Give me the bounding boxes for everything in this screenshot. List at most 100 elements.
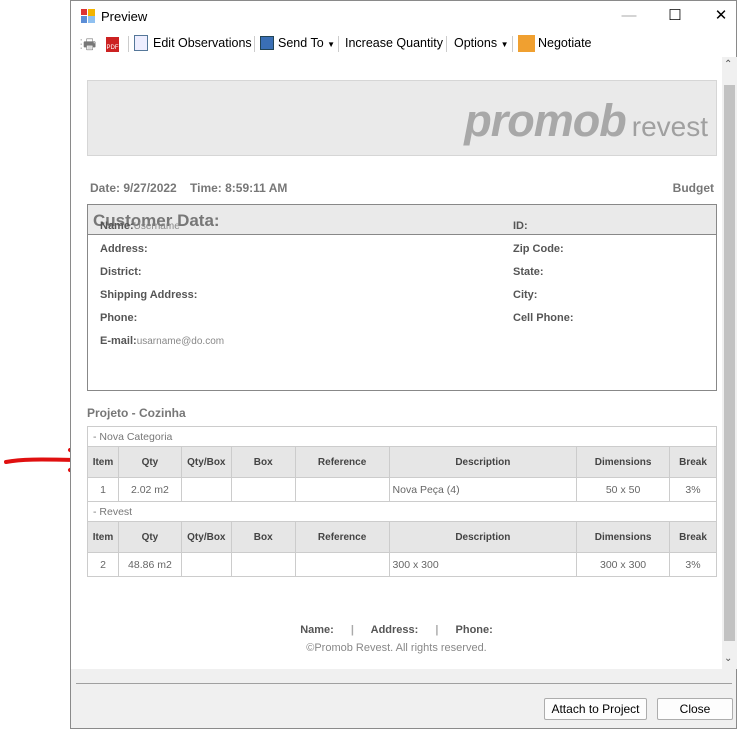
maximize-button[interactable]: ☐ <box>655 5 695 27</box>
footer-separator: | <box>350 624 354 636</box>
promob-revest-logo: promob revest <box>464 95 708 146</box>
category-row: - Revest <box>87 501 717 522</box>
copyright: ©Promob Revest. All rights reserved. <box>306 642 487 654</box>
send-to-icon <box>260 36 274 50</box>
table-cell: 48.86 m2 <box>117 552 182 577</box>
field-label: Name: <box>100 220 134 232</box>
column-header: Reference <box>294 521 390 553</box>
table-cell: 3% <box>669 477 717 502</box>
column-header: Break <box>669 521 717 553</box>
minimize-button[interactable]: — <box>609 5 649 27</box>
negotiate-button[interactable]: Negotiate <box>538 36 592 50</box>
table-row[interactable]: 2 48.86 m2 300 x 300 300 x 300 3% <box>87 552 717 577</box>
column-header: Box <box>230 521 296 553</box>
footer-separator: | <box>435 624 439 636</box>
category-label: - Nova Categoria <box>87 426 717 447</box>
table-header-row: Item Qty Qty/Box Box Reference Description Dim… <box>87 521 717 553</box>
table-cell: 2.02 m2 <box>117 477 182 502</box>
column-header: Dimensions <box>576 446 671 478</box>
report-date: Date: 9/27/2022 <box>90 181 177 195</box>
table-cell <box>180 552 232 577</box>
field-label: E-mail: <box>100 335 137 347</box>
customer-field: City: <box>513 289 537 301</box>
field-label: State: <box>513 266 544 278</box>
attach-to-project-button[interactable]: Attach to Project <box>544 698 647 720</box>
pdf-icon[interactable]: PDF <box>106 37 119 52</box>
table-cell: 300 x 300 <box>388 552 578 577</box>
options-dropdown[interactable]: Options ▼ <box>454 36 509 50</box>
divider <box>76 683 732 684</box>
table-cell <box>294 552 390 577</box>
app-icon <box>81 9 95 23</box>
field-label: City: <box>513 289 538 301</box>
report-time: Time: 8:59:11 AM <box>190 181 288 195</box>
print-icon[interactable]: 🖶 <box>83 34 96 58</box>
chevron-down-icon: ▼ <box>327 40 336 49</box>
customer-field: ID: <box>513 220 528 232</box>
column-header: Description <box>388 521 578 553</box>
table-cell: 2 <box>87 552 119 577</box>
customer-field: State: <box>513 266 544 278</box>
field-value: usarname@do.com <box>136 336 225 347</box>
column-header: Qty <box>117 446 182 478</box>
table-cell <box>230 477 296 502</box>
table-cell: 50 x 50 <box>576 477 671 502</box>
project-title: Projeto - Cozinha <box>87 406 186 420</box>
column-header: Break <box>669 446 717 478</box>
table-cell <box>180 477 232 502</box>
send-to-dropdown[interactable]: Send To ▼ <box>278 36 335 50</box>
edit-observations-button[interactable]: Edit Observations <box>153 36 252 50</box>
chevron-down-icon: ▼ <box>500 40 509 49</box>
category-label: - Revest <box>87 501 717 522</box>
close-button[interactable]: Close <box>657 698 733 720</box>
customer-field: Address: <box>100 243 148 255</box>
field-label: Phone: <box>100 312 138 324</box>
field-label: District: <box>100 266 142 278</box>
field-label: Address: <box>100 243 148 255</box>
column-header: Item <box>87 446 119 478</box>
footer-name: Name: <box>300 624 334 636</box>
table-cell: Nova Peça (4) <box>388 477 578 502</box>
customer-field: Phone: <box>100 312 137 324</box>
field-label: Shipping Address: <box>100 289 198 301</box>
column-header: Qty/Box <box>180 521 232 553</box>
footer-phone: Phone: <box>455 624 493 636</box>
table-cell: 1 <box>87 477 119 502</box>
column-header: Box <box>230 446 296 478</box>
table-cell: 3% <box>669 552 717 577</box>
report-banner: promob revest <box>87 80 717 156</box>
close-window-button[interactable]: ✕ <box>701 5 738 27</box>
table-cell: 300 x 300 <box>576 552 671 577</box>
preview-window: Preview — ☐ ✕ ⋮ 🖶 PDF Edit Observations … <box>70 0 737 729</box>
field-label: ID: <box>513 220 528 232</box>
category-row: - Nova Categoria <box>87 426 717 447</box>
negotiate-person-icon <box>518 35 535 52</box>
options-label: Options <box>454 36 498 50</box>
scroll-down-icon[interactable]: ⌄ <box>724 653 732 664</box>
scrollbar-thumb[interactable] <box>724 85 735 641</box>
field-label: Cell Phone: <box>513 312 574 324</box>
customer-data-title: Customer Data: <box>88 205 716 235</box>
field-label: Zip Code: <box>513 243 564 255</box>
document-type: Budget <box>672 181 714 195</box>
table-cell <box>294 477 390 502</box>
column-header: Reference <box>294 446 390 478</box>
items-table: - Nova Categoria Item Qty Qty/Box Box Referen… <box>87 426 717 577</box>
increase-quantity-button[interactable]: Increase Quantity <box>345 36 443 50</box>
vertical-scrollbar[interactable]: ⌃ ⌄ <box>722 57 737 669</box>
customer-field: E-mail:usarname@do.com <box>100 335 224 347</box>
customer-field: Cell Phone: <box>513 312 574 324</box>
footer-address: Address: <box>370 624 419 636</box>
scroll-up-icon[interactable]: ⌃ <box>724 59 732 70</box>
footer-contact: Name: | Address: | Phone: <box>71 624 722 636</box>
column-header: Description <box>388 446 578 478</box>
column-header: Qty/Box <box>180 446 232 478</box>
customer-field: District: <box>100 266 142 278</box>
title-bar: Preview — ☐ ✕ <box>71 1 736 31</box>
customer-data-panel: Customer Data: Name:Username Address: Dist… <box>87 204 717 391</box>
column-header: Dimensions <box>576 521 671 553</box>
table-cell <box>230 552 296 577</box>
field-value: Username <box>133 221 180 232</box>
table-header-row: Item Qty Qty/Box Box Reference Description Dim… <box>87 446 717 478</box>
table-row[interactable]: 1 2.02 m2 Nova Peça (4) 50 x 50 3% <box>87 477 717 502</box>
